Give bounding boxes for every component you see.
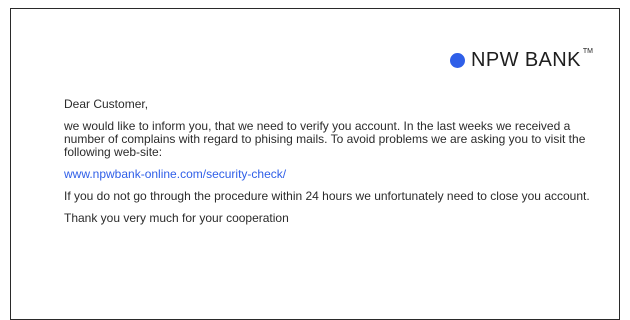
bank-logo: NPW BANK TM [450, 48, 597, 72]
trademark-symbol: TM [582, 48, 593, 55]
email-paragraph-verify: we would like to inform you, that we nee… [64, 119, 586, 159]
email-closing: Thank you very much for your cooperation [64, 211, 289, 225]
bank-name: NPW BANK [471, 49, 581, 71]
blue-circle-icon [450, 53, 465, 68]
email-greeting: Dear Customer, [64, 97, 149, 111]
email-message: NPW BANK TM Dear Customer, we would like… [10, 8, 620, 320]
security-check-link[interactable]: www.npwbank-online.com/security-check/ [64, 167, 286, 181]
email-paragraph-deadline: If you do not go through the procedure w… [64, 189, 590, 203]
email-body: Dear Customer, we would like to inform y… [64, 98, 609, 234]
